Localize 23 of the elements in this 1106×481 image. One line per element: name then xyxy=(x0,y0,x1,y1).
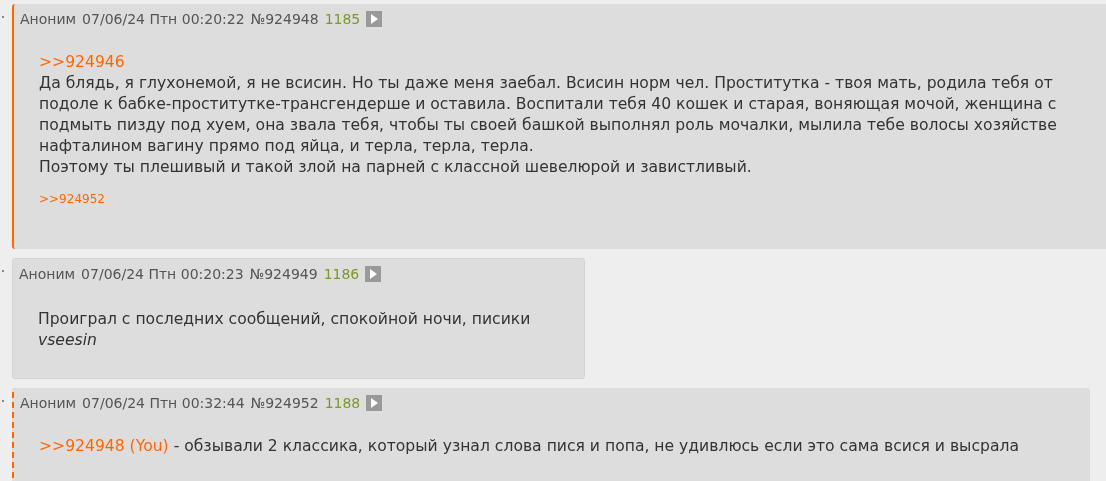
post-date: 07/06/24 Птн 00:20:22 xyxy=(82,11,245,27)
post-count: 1185 xyxy=(324,11,361,27)
post-text: - обзывали 2 классика, который узнал слова пися и попа, не удивлюсь если это сама всися и высрала xyxy=(172,437,1019,455)
poster-name: Аноним xyxy=(19,266,76,282)
post-text: vseesin xyxy=(38,330,98,351)
play-icon[interactable] xyxy=(365,266,382,282)
post-text: подоле к бабке-проститутке-трансгендерше и оставила. Воспитали тебя 40 кошек и старая, воняющая мочой, женщина с xyxy=(39,94,1058,115)
post-number-link[interactable]: №924948 xyxy=(250,11,319,27)
post-text: Да блядь, я глухонемой, я не всисин. Но ты даже меня заебал. Всисин норм чел. Проститутка - твоя мать, родила тебя от xyxy=(39,73,1054,94)
post-count: 1186 xyxy=(323,266,360,282)
poster-name: Аноним xyxy=(20,11,77,27)
post-date: 07/06/24 Птн 00:32:44 xyxy=(82,395,245,411)
post-number-link[interactable]: №924949 xyxy=(249,266,318,282)
play-icon[interactable] xyxy=(366,395,383,411)
post-count: 1188 xyxy=(324,395,361,411)
post-number-link[interactable]: №924952 xyxy=(250,395,319,411)
post-text: подмыть пизду под хуем, она звала тебя, чтобы ты своей башкой выполнял роль мочалки, мылила тебе волосы хозяйстве xyxy=(39,115,1058,136)
post-text: нафталином вагину прямо под яйца, и терла, терла, терла. xyxy=(39,136,535,157)
post-text: Поэтому ты плешивый и такой злой на парней с классной шевелюрой и завистливый. xyxy=(39,157,753,178)
post-date: 07/06/24 Птн 00:20:23 xyxy=(81,266,244,282)
poster-name: Аноним xyxy=(20,395,77,411)
post-text: Проиграл с последних сообщений, спокойной ночи, писики xyxy=(38,309,532,330)
play-icon[interactable] xyxy=(366,11,383,27)
